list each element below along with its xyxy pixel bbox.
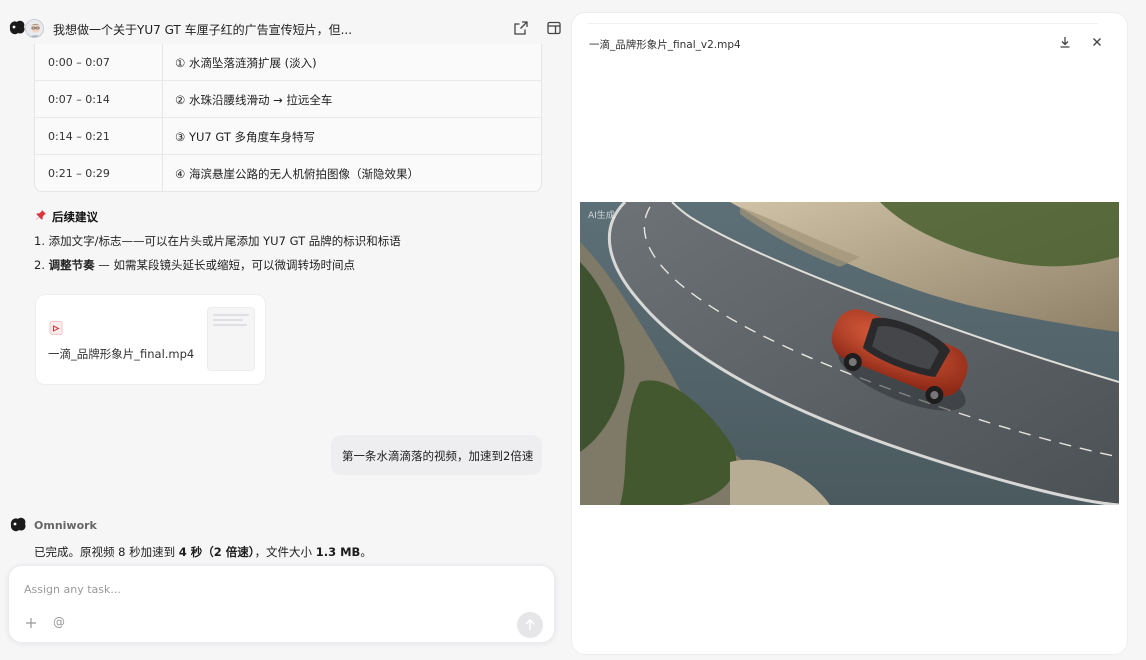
video-watermark: AI生成	[588, 211, 615, 221]
column-divider	[162, 81, 163, 117]
file-preview-panel: 一滴_品牌形象片_final_v2.mp4 AI生成	[571, 12, 1128, 655]
file-name: 一滴_品牌形象片_final.mp4	[48, 347, 195, 361]
followup-item: 1. 添加文字/标志——可以在片头或片尾添加 YU7 GT 品牌的标识和标语	[34, 234, 401, 248]
brand-logo-icon	[9, 20, 25, 35]
user-message-text: 第一条水滴滴落的视频，加速到2倍速	[342, 449, 534, 463]
send-button[interactable]	[517, 612, 543, 638]
desc-cell: ③ YU7 GT 多角度车身特写	[175, 130, 316, 144]
schedule-table: 0:00 – 0:07 ① 水滴坠落涟漪扩展 (淡入) 0:07 – 0:14 …	[34, 44, 542, 192]
table-row: 0:14 – 0:21 ③ YU7 GT 多角度车身特写	[35, 118, 541, 155]
top-divider	[588, 23, 1098, 24]
preview-file-name: 一滴_品牌形象片_final_v2.mp4	[589, 39, 741, 51]
task-input[interactable]: Assign any task...	[24, 583, 121, 596]
column-divider	[162, 44, 163, 80]
bot-msg-part: 。	[360, 545, 372, 559]
user-avatar[interactable]	[25, 19, 44, 38]
bot-msg-bold: 1.3 MB	[315, 545, 361, 559]
plus-icon[interactable]	[25, 617, 37, 629]
close-icon[interactable]	[1090, 35, 1104, 49]
time-cell: 0:14 – 0:21	[48, 130, 110, 143]
file-icon	[49, 321, 63, 335]
desc-cell: ① 水滴坠落涟漪扩展 (淡入)	[175, 56, 317, 70]
bot-msg-part: 已完成。原视频 8 秒加速到	[34, 545, 179, 559]
time-cell: 0:00 – 0:07	[48, 56, 110, 69]
item-bold-text: 调整节奏	[48, 258, 95, 272]
arrow-up-icon	[525, 618, 535, 630]
bot-logo-icon	[10, 517, 26, 532]
time-cell: 0:07 – 0:14	[48, 93, 110, 106]
bot-message: 已完成。原视频 8 秒加速到 4 秒（2 倍速），文件大小 1.3 MB。	[34, 544, 372, 560]
panel-toggle-icon[interactable]	[546, 20, 562, 36]
column-divider	[162, 118, 163, 154]
table-row: 0:07 – 0:14 ② 水珠沿腰线滑动 → 拉远全车	[35, 81, 541, 118]
file-attachment-card[interactable]: 一滴_品牌形象片_final.mp4	[35, 294, 266, 385]
desc-cell: ② 水珠沿腰线滑动 → 拉远全车	[175, 93, 333, 107]
table-row: 0:00 – 0:07 ① 水滴坠落涟漪扩展 (淡入)	[35, 44, 541, 81]
video-frame	[580, 202, 1119, 505]
bot-msg-bold: 4 秒（2 倍速）	[178, 545, 255, 559]
avatar-face-icon	[30, 23, 41, 37]
time-cell: 0:21 – 0:29	[48, 167, 110, 180]
user-message-bubble: 第一条水滴滴落的视频，加速到2倍速	[331, 435, 542, 475]
followup-heading: 后续建议	[34, 209, 98, 225]
table-row: 0:21 – 0:29 ④ 海滨悬崖公路的无人机俯拍图像（渐隐效果）	[35, 155, 541, 192]
followup-heading-text: 后续建议	[52, 210, 98, 224]
item-rest-text: — 如需某段镜头延长或缩短，可以微调转场时间点	[94, 258, 355, 272]
followup-item: 2. 调整节奏 — 如需某段镜头延长或缩短，可以微调转场时间点	[34, 257, 355, 273]
video-player[interactable]: AI生成	[580, 202, 1119, 505]
bot-name: Omniwork	[34, 519, 97, 532]
composer: Assign any task... @	[8, 565, 555, 643]
mention-button[interactable]: @	[53, 615, 65, 629]
chat-pane: 我想做一个关于YU7 GT 车厘子红的广告宣传短片，但... 0:00 – 0:…	[0, 0, 566, 660]
item-number: 2.	[34, 258, 49, 272]
file-thumbnail	[207, 307, 255, 371]
chat-title: 我想做一个关于YU7 GT 车厘子红的广告宣传短片，但...	[53, 23, 353, 37]
download-icon[interactable]	[1058, 35, 1072, 49]
chat-header: 我想做一个关于YU7 GT 车厘子红的广告宣传短片，但...	[0, 14, 566, 44]
bot-msg-part: ，文件大小	[254, 545, 316, 559]
column-divider	[162, 155, 163, 192]
desc-cell: ④ 海滨悬崖公路的无人机俯拍图像（渐隐效果）	[175, 167, 419, 181]
open-external-icon[interactable]	[513, 20, 529, 36]
